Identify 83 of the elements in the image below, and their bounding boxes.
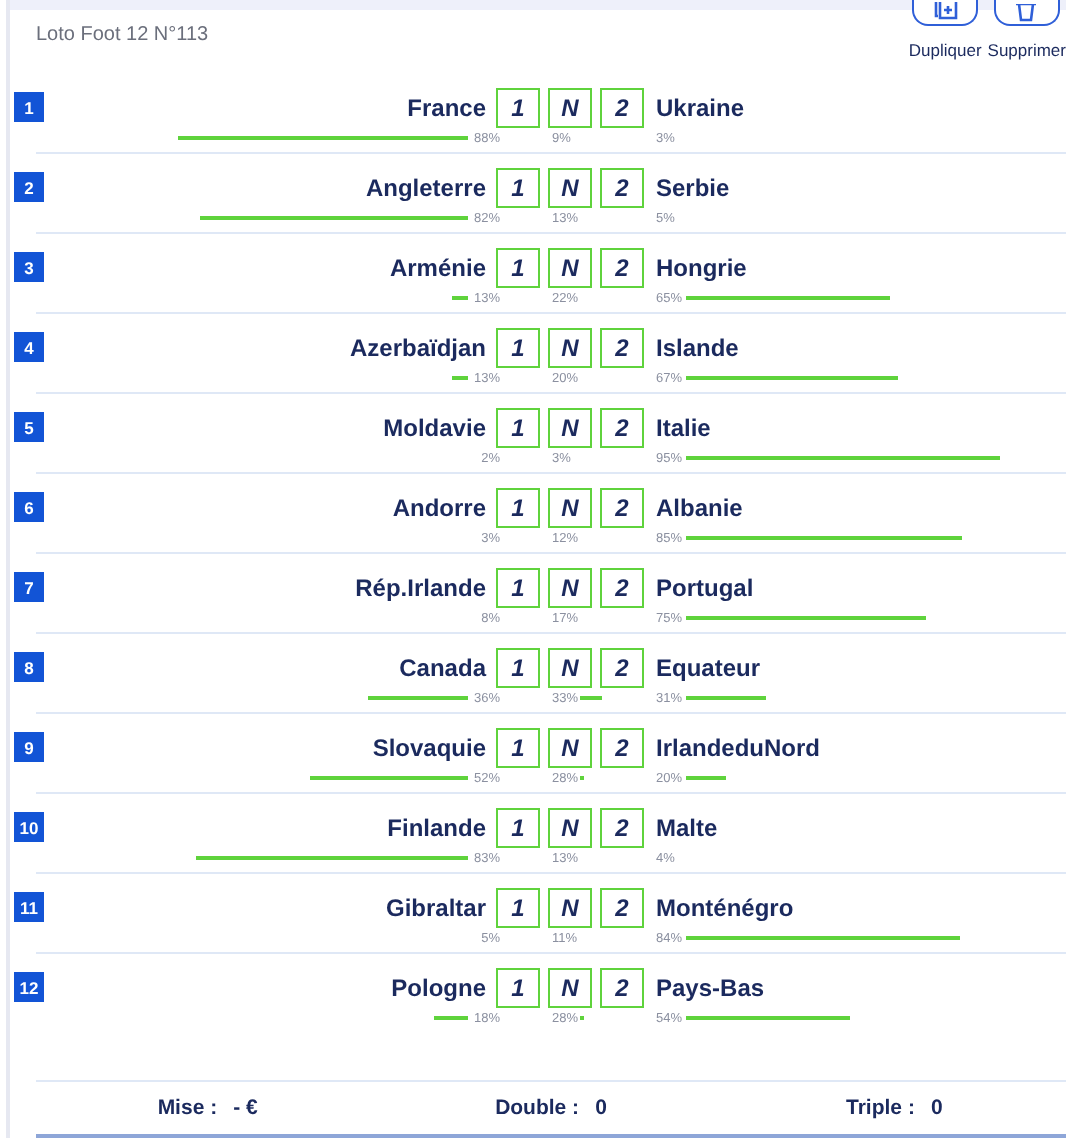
away-team: Ukraine <box>656 92 747 126</box>
match-number: 11 <box>14 892 44 922</box>
footer-label: Triple : <box>846 1096 915 1120</box>
footer-value: 0 <box>930 1096 943 1120</box>
pick-button[interactable]: 2 <box>600 968 644 1008</box>
pick-button[interactable]: 1 <box>496 408 540 448</box>
away-team: Monténégro <box>656 892 796 926</box>
pick-button[interactable]: N <box>548 888 592 928</box>
pick-button[interactable]: 2 <box>600 888 644 928</box>
home-team: Andorre <box>390 492 488 526</box>
pick-button[interactable]: 2 <box>600 488 644 528</box>
home-team: Gibraltar <box>383 892 488 926</box>
pick-button[interactable]: N <box>548 808 592 848</box>
pick-button[interactable]: 1 <box>496 728 540 768</box>
pick-button[interactable]: N <box>548 408 592 448</box>
trash-icon <box>1014 4 1039 22</box>
match-number: 10 <box>14 812 44 842</box>
duplicate-icon <box>931 2 960 22</box>
home-team: Canada <box>397 652 489 686</box>
away-team: Malte <box>656 812 720 846</box>
pick-button[interactable]: N <box>548 488 592 528</box>
pick-button[interactable]: 1 <box>496 88 540 128</box>
away-team: IrlandeduNord <box>656 732 823 766</box>
pick-button[interactable]: 1 <box>496 888 540 928</box>
pick-button[interactable]: 2 <box>600 568 644 608</box>
pick-button[interactable]: 2 <box>600 408 644 448</box>
ticket-title: Loto Foot 12 N°113 <box>36 24 209 48</box>
home-team: France <box>405 92 488 126</box>
duplicate-button[interactable]: Dupliquer <box>908 0 982 60</box>
away-team: Italie <box>656 412 713 446</box>
home-team: Slovaquie <box>370 732 488 766</box>
home-team: Arménie <box>387 252 488 286</box>
pick-button[interactable]: 2 <box>600 248 644 288</box>
pick-button[interactable]: N <box>548 648 592 688</box>
away-team: Equateur <box>656 652 763 686</box>
pick-button[interactable]: 2 <box>600 88 644 128</box>
pick-button[interactable]: 1 <box>496 568 540 608</box>
delete-button[interactable]: Supprimer <box>987 0 1066 60</box>
match-number: 3 <box>14 252 44 282</box>
pick-button[interactable]: 1 <box>496 168 540 208</box>
match-number: 9 <box>14 732 44 762</box>
away-team: Serbie <box>656 172 732 206</box>
home-team: Moldavie <box>381 412 488 446</box>
pick-button[interactable]: 1 <box>496 248 540 288</box>
pick-button[interactable]: 1 <box>496 968 540 1008</box>
pick-button[interactable]: N <box>548 968 592 1008</box>
match-number: 1 <box>14 92 44 122</box>
pick-button[interactable]: 1 <box>496 648 540 688</box>
match-number: 7 <box>14 572 44 602</box>
match-number: 8 <box>14 652 44 682</box>
pick-button[interactable]: N <box>548 88 592 128</box>
away-team: Pays-Bas <box>656 972 767 1006</box>
pick-button[interactable]: N <box>548 248 592 288</box>
match-number: 12 <box>14 972 44 1002</box>
pick-button[interactable]: 1 <box>496 328 540 368</box>
home-team: Azerbaïdjan <box>347 332 488 366</box>
footer-label: Mise : <box>157 1096 218 1120</box>
match-number: 2 <box>14 172 44 202</box>
pick-button[interactable]: 2 <box>600 168 644 208</box>
pick-button[interactable]: 1 <box>496 488 540 528</box>
pick-button[interactable]: 2 <box>600 648 644 688</box>
away-team: Portugal <box>656 572 756 606</box>
home-team: Rép.Irlande <box>353 572 488 606</box>
pick-button[interactable]: 2 <box>600 728 644 768</box>
pick-button[interactable]: N <box>548 568 592 608</box>
away-team: Hongrie <box>656 252 749 286</box>
match-number: 5 <box>14 412 44 442</box>
pick-button[interactable]: N <box>548 328 592 368</box>
away-team: Islande <box>656 332 741 366</box>
pick-button[interactable]: 1 <box>496 808 540 848</box>
pick-button[interactable]: N <box>548 168 592 208</box>
pick-button[interactable]: 2 <box>600 328 644 368</box>
home-team: Pologne <box>389 972 488 1006</box>
home-team: Finlande <box>385 812 488 846</box>
away-team: Albanie <box>656 492 745 526</box>
match-number: 6 <box>14 492 44 522</box>
footer-value: 0 <box>595 1096 607 1120</box>
pick-button[interactable]: 2 <box>600 808 644 848</box>
footer-value: - € <box>233 1096 258 1120</box>
home-team: Angleterre <box>363 172 488 206</box>
footer-label: Double : <box>495 1096 580 1120</box>
match-number: 4 <box>14 332 44 362</box>
pick-button[interactable]: N <box>548 728 592 768</box>
